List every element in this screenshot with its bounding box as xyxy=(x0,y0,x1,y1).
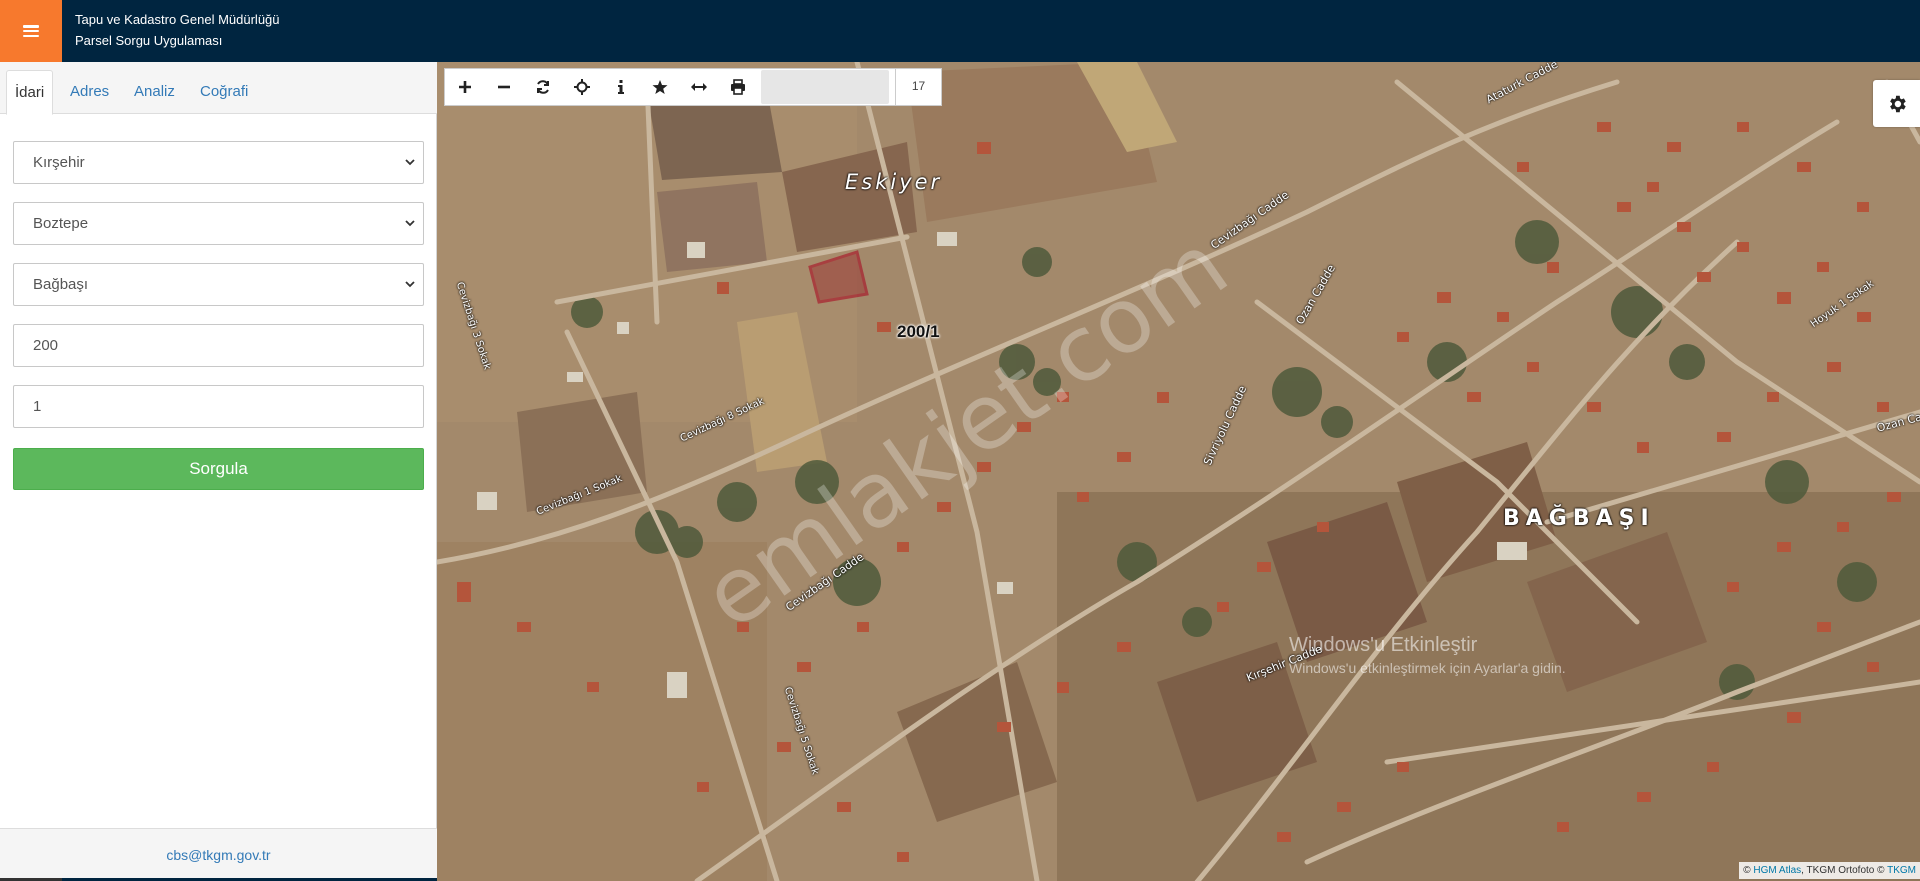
star-icon xyxy=(652,80,667,94)
place-label-eskiyer: Eskiyer xyxy=(845,170,943,194)
ada-input-value: 200 xyxy=(33,337,59,354)
windows-notice-title: Windows'u Etkinleştir xyxy=(1289,634,1478,656)
zoom-in-icon xyxy=(458,81,471,93)
print-button[interactable] xyxy=(718,69,757,105)
sidebar: İdari Adres Analiz Coğrafi Kırşehir Bozt… xyxy=(0,62,437,881)
measure-icon xyxy=(690,83,707,91)
mahalle-select[interactable]: Bağbaşı xyxy=(13,263,424,306)
top-bar: Tapu ve Kadastro Genel Müdürlüğü Parsel … xyxy=(0,0,1920,62)
tab-cografi[interactable]: Coğrafi xyxy=(192,70,256,115)
app-name: Parsel Sorgu Uygulaması xyxy=(75,33,223,48)
info-icon xyxy=(617,80,624,94)
contact-email-link[interactable]: cbs@tkgm.gov.tr xyxy=(166,847,270,863)
place-label-bagbasi: BAĞBAŞI xyxy=(1503,506,1655,531)
chevron-down-icon xyxy=(405,281,415,288)
map-toolbar: 17 xyxy=(444,68,942,106)
locate-icon xyxy=(573,79,590,95)
attribution-middle: , TKGM Ortofoto © xyxy=(1801,865,1885,876)
parcel-label[interactable]: 200/1 xyxy=(897,322,940,342)
sorgula-button[interactable]: Sorgula xyxy=(13,448,424,490)
hgm-atlas-link[interactable]: HGM Atlas xyxy=(1753,865,1801,876)
settings-button[interactable] xyxy=(1873,80,1920,127)
tab-adres[interactable]: Adres xyxy=(62,70,117,115)
tab-analiz[interactable]: Analiz xyxy=(126,70,183,115)
zoom-out-button[interactable] xyxy=(484,69,523,105)
il-select[interactable]: Kırşehir xyxy=(13,141,424,184)
windows-notice-text: Windows'u etkinleştirmek için Ayarlar'a … xyxy=(1289,660,1566,676)
menu-button[interactable] xyxy=(0,0,62,62)
attribution-prefix: © xyxy=(1743,865,1751,876)
gear-icon xyxy=(1889,95,1906,112)
satellite-imagery xyxy=(437,62,1920,881)
sidebar-footer: cbs@tkgm.gov.tr xyxy=(0,828,437,881)
refresh-icon xyxy=(536,80,549,94)
ilce-select-value: Boztepe xyxy=(33,215,89,232)
menu-icon xyxy=(23,25,39,37)
chevron-down-icon xyxy=(405,159,415,166)
refresh-button[interactable] xyxy=(523,69,562,105)
tab-bar: İdari Adres Analiz Coğrafi xyxy=(0,62,437,115)
app-title: Tapu ve Kadastro Genel Müdürlüğü Parsel … xyxy=(75,9,280,51)
mahalle-select-value: Bağbaşı xyxy=(33,276,89,293)
map-attribution: © HGM Atlas, TKGM Ortofoto © TKGM xyxy=(1739,862,1920,879)
zoom-out-icon xyxy=(497,85,510,89)
locate-button[interactable] xyxy=(562,69,601,105)
measure-button[interactable] xyxy=(679,69,718,105)
print-icon xyxy=(730,79,745,95)
favorite-button[interactable] xyxy=(640,69,679,105)
info-button[interactable] xyxy=(601,69,640,105)
tkgm-link[interactable]: TKGM xyxy=(1887,865,1916,876)
parsel-input-value: 1 xyxy=(33,398,42,415)
map-view[interactable]: Eskiyer BAĞBAŞI Cevizbağı 3 Sokak Cevizb… xyxy=(437,62,1920,881)
zoom-level-display: 17 xyxy=(895,68,941,106)
parsel-input[interactable]: 1 xyxy=(13,385,424,428)
map-search-input[interactable] xyxy=(761,70,889,104)
zoom-in-button[interactable] xyxy=(445,69,484,105)
ilce-select[interactable]: Boztepe xyxy=(13,202,424,245)
il-select-value: Kırşehir xyxy=(33,154,85,171)
org-name: Tapu ve Kadastro Genel Müdürlüğü xyxy=(75,12,280,27)
ada-input[interactable]: 200 xyxy=(13,324,424,367)
tab-idari[interactable]: İdari xyxy=(6,70,54,115)
chevron-down-icon xyxy=(405,220,415,227)
